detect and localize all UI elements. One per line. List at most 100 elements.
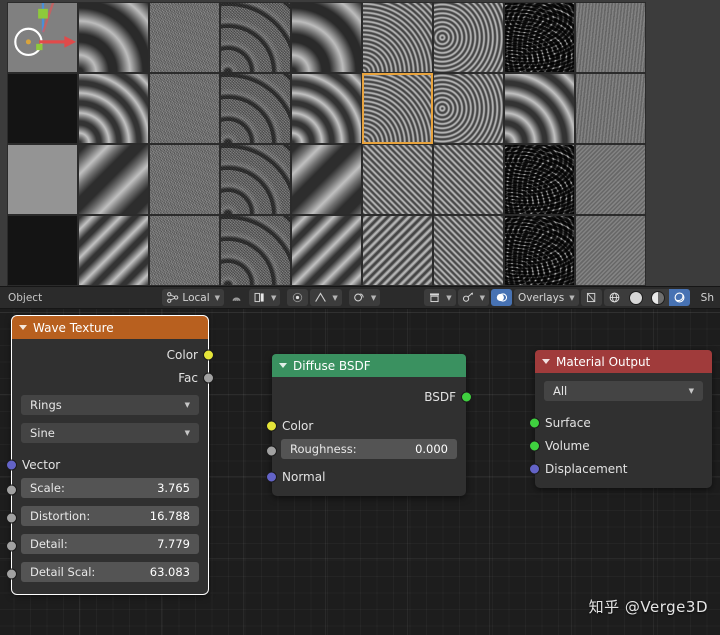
node-material-output[interactable]: Material Output All ▼ Surface Volume Dis…: [529, 350, 712, 488]
dropdown-wave-type[interactable]: Rings ▼: [21, 395, 199, 415]
input-row-vector[interactable]: Vector: [6, 453, 208, 476]
preview-cell-black-2[interactable]: [7, 215, 78, 286]
snapping-group[interactable]: ▼: [226, 289, 282, 306]
input-row-color[interactable]: Color: [266, 414, 466, 437]
viewport-preview-area[interactable]: [0, 0, 720, 286]
input-row-distortion[interactable]: Distortion: 16.788: [6, 506, 208, 530]
output-row-color[interactable]: Color: [12, 343, 214, 366]
input-row-scale[interactable]: Scale: 3.765: [6, 478, 208, 502]
socket-input-volume[interactable]: [529, 440, 540, 451]
overlays-toggle[interactable]: [490, 289, 512, 306]
preview-cell-light-flat[interactable]: [7, 144, 78, 215]
transform-orientation-dropdown[interactable]: Local ▼: [162, 289, 225, 306]
preview-cell-faint-diagonal[interactable]: [575, 144, 646, 215]
preview-cell-rings-medium-2[interactable]: [291, 73, 362, 144]
preview-cell-rings-large[interactable]: [78, 2, 149, 73]
row-wave-type[interactable]: Rings ▼: [12, 395, 208, 419]
mirror-dropdown[interactable]: ▼: [348, 289, 381, 306]
preview-cell-bands-small[interactable]: [362, 215, 433, 286]
socket-input-roughness[interactable]: [266, 445, 277, 457]
preview-cell-noise-fine[interactable]: [149, 2, 220, 73]
object-visibility-dropdown[interactable]: ▼: [424, 289, 456, 306]
input-row-detail[interactable]: Detail: 7.779: [6, 534, 208, 558]
value-field-detail[interactable]: Detail: 7.779: [21, 534, 199, 554]
socket-input-scale[interactable]: [6, 484, 17, 496]
shading-wireframe-button[interactable]: [603, 289, 625, 306]
shading-rendered-button[interactable]: [668, 289, 690, 306]
input-row-detail-scale[interactable]: Detail Scal: 63.083: [6, 562, 208, 586]
preview-cell-rings-micro-center[interactable]: [433, 2, 504, 73]
preview-cell-rings-large-2[interactable]: [291, 2, 362, 73]
preview-cell-bands-large[interactable]: [78, 144, 149, 215]
input-row-roughness[interactable]: Roughness: 0.000: [266, 439, 466, 463]
xray-toggle[interactable]: [580, 289, 602, 306]
preview-cell-faint-vertical[interactable]: [575, 2, 646, 73]
preview-cell-noise-fine-3[interactable]: [149, 144, 220, 215]
row-output-target[interactable]: All ▼: [535, 381, 712, 405]
viewport-header-bar[interactable]: Object Local ▼ ▼ ▼ ▼ ▼ ▼ Overlays ▼ Sh: [0, 286, 720, 309]
value-field-roughness[interactable]: Roughness: 0.000: [281, 439, 457, 459]
preview-cell-faint-diagonal-2[interactable]: [575, 215, 646, 286]
preview-cell-bands-micro-2[interactable]: [433, 144, 504, 215]
preview-cell-selected[interactable]: [362, 73, 433, 144]
input-row-volume[interactable]: Volume: [529, 434, 712, 457]
socket-input-detail[interactable]: [6, 540, 17, 552]
preview-cell-noise-rings-3[interactable]: [220, 144, 291, 215]
overlays-dropdown[interactable]: Overlays ▼: [513, 289, 579, 306]
collapse-triangle-icon[interactable]: [279, 363, 287, 368]
socket-input-detail-scale[interactable]: [6, 568, 17, 580]
value-field-distortion[interactable]: Distortion: 16.788: [21, 506, 199, 526]
socket-output-bsdf[interactable]: [461, 391, 472, 402]
dropdown-output-target[interactable]: All ▼: [544, 381, 703, 401]
output-row-fac[interactable]: Fac: [12, 366, 214, 389]
collapse-triangle-icon[interactable]: [542, 359, 550, 364]
preview-cell-bands-micro[interactable]: [362, 144, 433, 215]
snap-target-dropdown[interactable]: ▼: [249, 289, 281, 306]
shading-material-button[interactable]: [646, 289, 669, 306]
collapse-triangle-icon[interactable]: [19, 325, 27, 330]
row-wave-profile[interactable]: Sine ▼: [12, 423, 208, 447]
shading-mode-group[interactable]: [603, 289, 692, 306]
node-material-output-header[interactable]: Material Output: [535, 350, 712, 373]
socket-output-fac[interactable]: [203, 372, 214, 383]
preview-cell-bands-medium[interactable]: [78, 215, 149, 286]
preview-cell-bands-micro-3[interactable]: [433, 215, 504, 286]
shading-popover-label[interactable]: Sh: [697, 289, 718, 306]
socket-input-surface[interactable]: [529, 417, 540, 428]
preview-cell-bands-medium-2[interactable]: [291, 215, 362, 286]
preview-cell-bands-large-2[interactable]: [291, 144, 362, 215]
dropdown-wave-profile[interactable]: Sine ▼: [21, 423, 199, 443]
input-row-surface[interactable]: Surface: [529, 411, 712, 434]
node-diffuse-bsdf-header[interactable]: Diffuse BSDF: [272, 354, 466, 377]
preview-cell-noise-fine-4[interactable]: [149, 215, 220, 286]
socket-output-color[interactable]: [203, 349, 214, 360]
preview-cell-marble-2[interactable]: [504, 144, 575, 215]
preview-cell-rings-medium-3[interactable]: [504, 73, 575, 144]
proportional-falloff-dropdown[interactable]: ▼: [310, 289, 342, 306]
proportional-edit-group[interactable]: ▼: [287, 289, 343, 306]
input-row-displacement[interactable]: Displacement: [529, 457, 712, 480]
socket-input-vector[interactable]: [6, 459, 17, 470]
preview-cell-noise-rings-4[interactable]: [220, 215, 291, 286]
shader-node-editor[interactable]: Wave Texture Color Fac Rings ▼ Sine ▼ Ve…: [0, 309, 720, 635]
socket-input-color[interactable]: [266, 420, 277, 431]
input-row-normal[interactable]: Normal: [266, 465, 466, 488]
interaction-mode-label[interactable]: Object: [0, 292, 50, 304]
preview-cell-noise-fine-2[interactable]: [149, 73, 220, 144]
preview-cell-noise-rings-2[interactable]: [220, 73, 291, 144]
preview-cell-rings-medium[interactable]: [78, 73, 149, 144]
preview-cell-faint-vertical-2[interactable]: [575, 73, 646, 144]
texture-preview-grid[interactable]: [7, 2, 720, 286]
proportional-edit-toggle[interactable]: [287, 289, 309, 306]
gizmo-dropdown[interactable]: ▼: [457, 289, 489, 306]
socket-input-displacement[interactable]: [529, 463, 540, 474]
node-wave-texture[interactable]: Wave Texture Color Fac Rings ▼ Sine ▼ Ve…: [6, 315, 214, 595]
output-row-bsdf[interactable]: BSDF: [272, 385, 472, 408]
value-field-scale[interactable]: Scale: 3.765: [21, 478, 199, 498]
node-diffuse-bsdf[interactable]: Diffuse BSDF BSDF Color Roughness: 0.000: [266, 354, 472, 496]
socket-input-normal[interactable]: [266, 471, 277, 482]
shading-solid-button[interactable]: [624, 289, 647, 306]
preview-cell-viewport-gizmo[interactable]: [7, 2, 78, 73]
preview-cell-rings-micro[interactable]: [362, 2, 433, 73]
snap-magnet-toggle[interactable]: [226, 289, 247, 306]
